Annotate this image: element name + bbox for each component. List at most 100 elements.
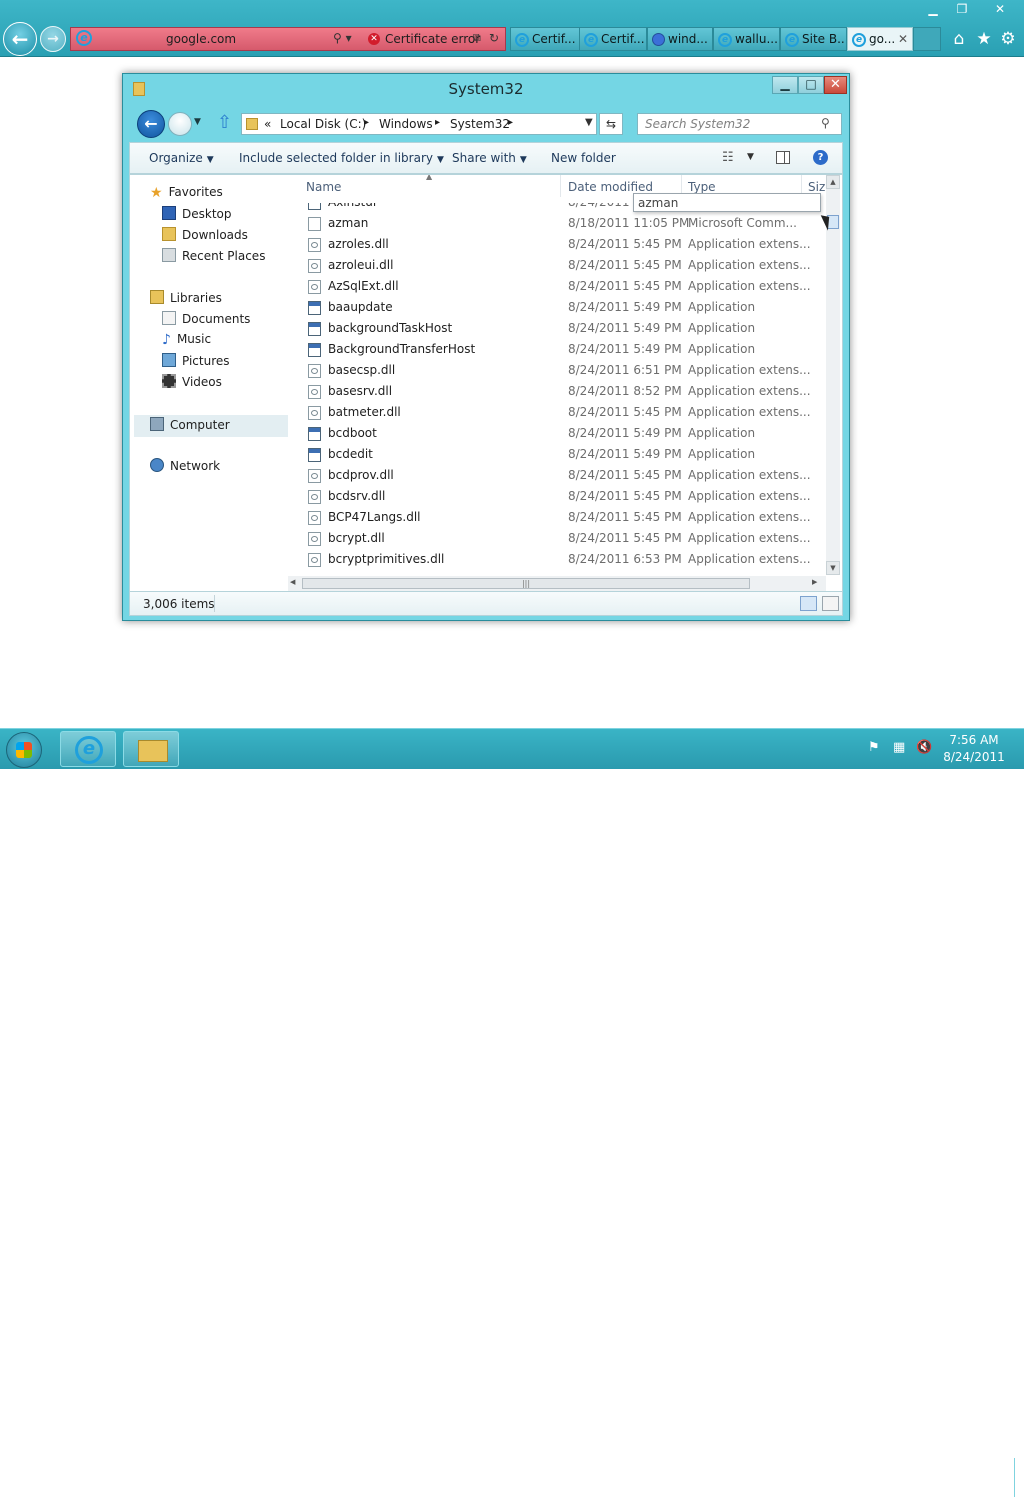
table-row[interactable]: BCP47Langs.dll 8/24/2011 5:45 PM Applicati… [288,507,816,528]
volume-muted-icon[interactable]: 🔇 [916,740,932,755]
tab-windows[interactable]: wind... [647,27,713,51]
column-header-date[interactable]: Date modified [568,180,653,194]
view-options-icon[interactable]: ☷ [722,150,734,165]
browser-back-button[interactable]: ← [3,22,37,56]
table-row[interactable]: baaupdate 8/24/2011 5:49 PM Application [288,297,816,318]
breadcrumb-windows[interactable]: Windows [379,117,433,131]
chevron-right-icon[interactable]: ▸ [364,117,369,128]
nav-item-downloads[interactable]: Downloads [162,227,248,247]
action-center-flag-icon[interactable]: ⚑ [868,740,880,755]
vertical-scrollbar[interactable]: ▲ ▼ [826,175,840,575]
nav-item-libraries[interactable]: Libraries [150,290,222,310]
table-row[interactable]: basesrv.dll 8/24/2011 8:52 PM Application … [288,381,816,402]
column-divider[interactable] [560,175,561,197]
breadcrumb-overflow[interactable]: « [264,117,271,131]
certificate-error-label[interactable]: Certificate error [385,32,480,46]
chevron-right-icon[interactable]: ▸ [508,117,513,128]
breadcrumb-system32[interactable]: System32 [450,117,510,131]
maximize-button[interactable]: □ [798,76,824,94]
browser-restore-button[interactable]: ❐ [947,0,977,18]
new-tab-button[interactable] [913,27,941,51]
table-row[interactable]: azroles.dll 8/24/2011 5:45 PM Application … [288,234,816,255]
table-row[interactable]: azman 8/18/2011 11:05 PM Microsoft Comm... [288,213,816,234]
nav-item-recent-places[interactable]: Recent Places [162,248,265,268]
column-header-name[interactable]: Name [306,180,341,194]
gear-icon[interactable]: ⚙ [997,29,1019,49]
nav-item-music[interactable]: ♪ Music [162,332,211,352]
compatibility-icon[interactable]: ⧉ [473,31,481,45]
back-button[interactable]: ← [137,110,165,138]
close-button[interactable]: ✕ [824,76,847,94]
address-bar[interactable]: e google.com ⚲ ▾ ✕ Certificate error ⧉ ↻ [70,27,506,51]
new-folder-button[interactable]: New folder [551,151,616,165]
explorer-address-bar[interactable]: « Local Disk (C:) ▸ Windows ▸ System32 ▸… [241,113,597,135]
table-row[interactable]: bcryptprimitives.dll 8/24/2011 6:53 PM App… [288,549,816,570]
favorites-icon[interactable]: ★ [973,29,995,49]
start-button[interactable] [6,732,42,768]
table-row[interactable]: azroleui.dll 8/24/2011 5:45 PM Application… [288,255,816,276]
search-input[interactable]: Search System32 [637,113,842,135]
help-icon[interactable]: ? [813,150,828,165]
tab-wallpaper[interactable]: e wallu... [713,27,780,51]
large-icons-view-icon[interactable] [822,596,839,611]
refresh-icon[interactable]: ↻ [489,31,499,45]
preview-pane-icon[interactable] [776,151,790,164]
up-arrow-icon[interactable]: ⇧ [217,114,232,132]
show-desktop-button[interactable] [1014,1458,1024,1497]
nav-item-pictures[interactable]: Pictures [162,353,230,373]
include-in-library-button[interactable]: Include selected folder in library ▼ [239,151,444,165]
recent-locations-dropdown-icon[interactable]: ▼ [194,117,201,127]
scroll-up-icon[interactable]: ▲ [826,175,840,189]
chevron-down-icon[interactable]: ▼ [747,152,754,162]
browser-close-button[interactable]: ✕ [982,0,1018,18]
scroll-right-icon[interactable]: ▶ [812,578,817,586]
nav-item-documents[interactable]: Documents [162,311,250,331]
details-view-icon[interactable] [800,596,817,611]
chevron-down-icon[interactable]: ▼ [585,117,593,128]
scroll-down-icon[interactable]: ▼ [826,561,840,575]
taskbar-internet-explorer-button[interactable]: e [60,731,116,767]
minimize-button[interactable]: ▁ [772,76,798,94]
search-icon[interactable]: ⚲ [821,116,830,130]
table-row[interactable]: bcdprov.dll 8/24/2011 5:45 PM Application … [288,465,816,486]
network-tray-icon[interactable]: ▦ [893,740,905,755]
table-row[interactable]: bcdsrv.dll 8/24/2011 5:45 PM Application e… [288,486,816,507]
certificate-error-icon[interactable]: ✕ [368,33,380,45]
browser-forward-button[interactable]: → [40,26,66,52]
search-icon[interactable]: ⚲ ▾ [333,31,352,45]
chevron-right-icon[interactable]: ▸ [435,117,440,128]
table-row[interactable]: bcrypt.dll 8/24/2011 5:45 PM Application e… [288,528,816,549]
table-row[interactable]: BackgroundTransferHost 8/24/2011 5:49 PM A… [288,339,816,360]
organize-button[interactable]: Organize ▼ [149,151,214,165]
table-row[interactable]: bcdboot 8/24/2011 5:49 PM Application [288,423,816,444]
table-row[interactable]: bcdedit 8/24/2011 5:49 PM Application [288,444,816,465]
clock-date[interactable]: 8/24/2011 [940,750,1008,764]
nav-item-favorites[interactable]: ★ Favorites [150,185,223,205]
nav-item-computer[interactable]: Computer [134,415,288,437]
breadcrumb-local-disk[interactable]: Local Disk (C:) [280,117,366,131]
table-row[interactable]: basecsp.dll 8/24/2011 6:51 PM Application … [288,360,816,381]
nav-item-videos[interactable]: Videos [162,374,222,394]
nav-item-desktop[interactable]: Desktop [162,206,232,226]
forward-button[interactable] [168,112,192,136]
nav-item-network[interactable]: Network [150,458,220,478]
share-with-button[interactable]: Share with ▼ [452,151,527,165]
horizontal-scrollbar[interactable]: ◀ ||| ▶ [288,576,826,591]
table-row[interactable]: batmeter.dll 8/24/2011 5:45 PM Application… [288,402,816,423]
tab-google-active[interactable]: e go... ✕ [847,27,913,51]
browser-minimize-button[interactable]: ▁ [918,0,948,18]
tab-certificate-1[interactable]: e Certif... [510,27,580,51]
clock-time[interactable]: 7:56 AM [944,733,1004,747]
tab-certificate-2[interactable]: e Certif... [579,27,647,51]
home-icon[interactable]: ⌂ [948,29,970,49]
close-tab-icon[interactable]: ✕ [898,28,908,50]
horizontal-scroll-thumb[interactable]: ||| [302,578,750,589]
table-row[interactable]: AzSqlExt.dll 8/24/2011 5:45 PM Application… [288,276,816,297]
address-url-text[interactable]: google.com [166,32,316,46]
table-row[interactable]: backgroundTaskHost 8/24/2011 5:49 PM Appli… [288,318,816,339]
tab-site-blocked[interactable]: e Site B... [780,27,847,51]
taskbar-file-explorer-button[interactable] [123,731,179,767]
scroll-left-icon[interactable]: ◀ [290,578,295,586]
column-header-type[interactable]: Type [688,180,716,194]
refresh-button[interactable]: ⇆ [599,113,623,135]
